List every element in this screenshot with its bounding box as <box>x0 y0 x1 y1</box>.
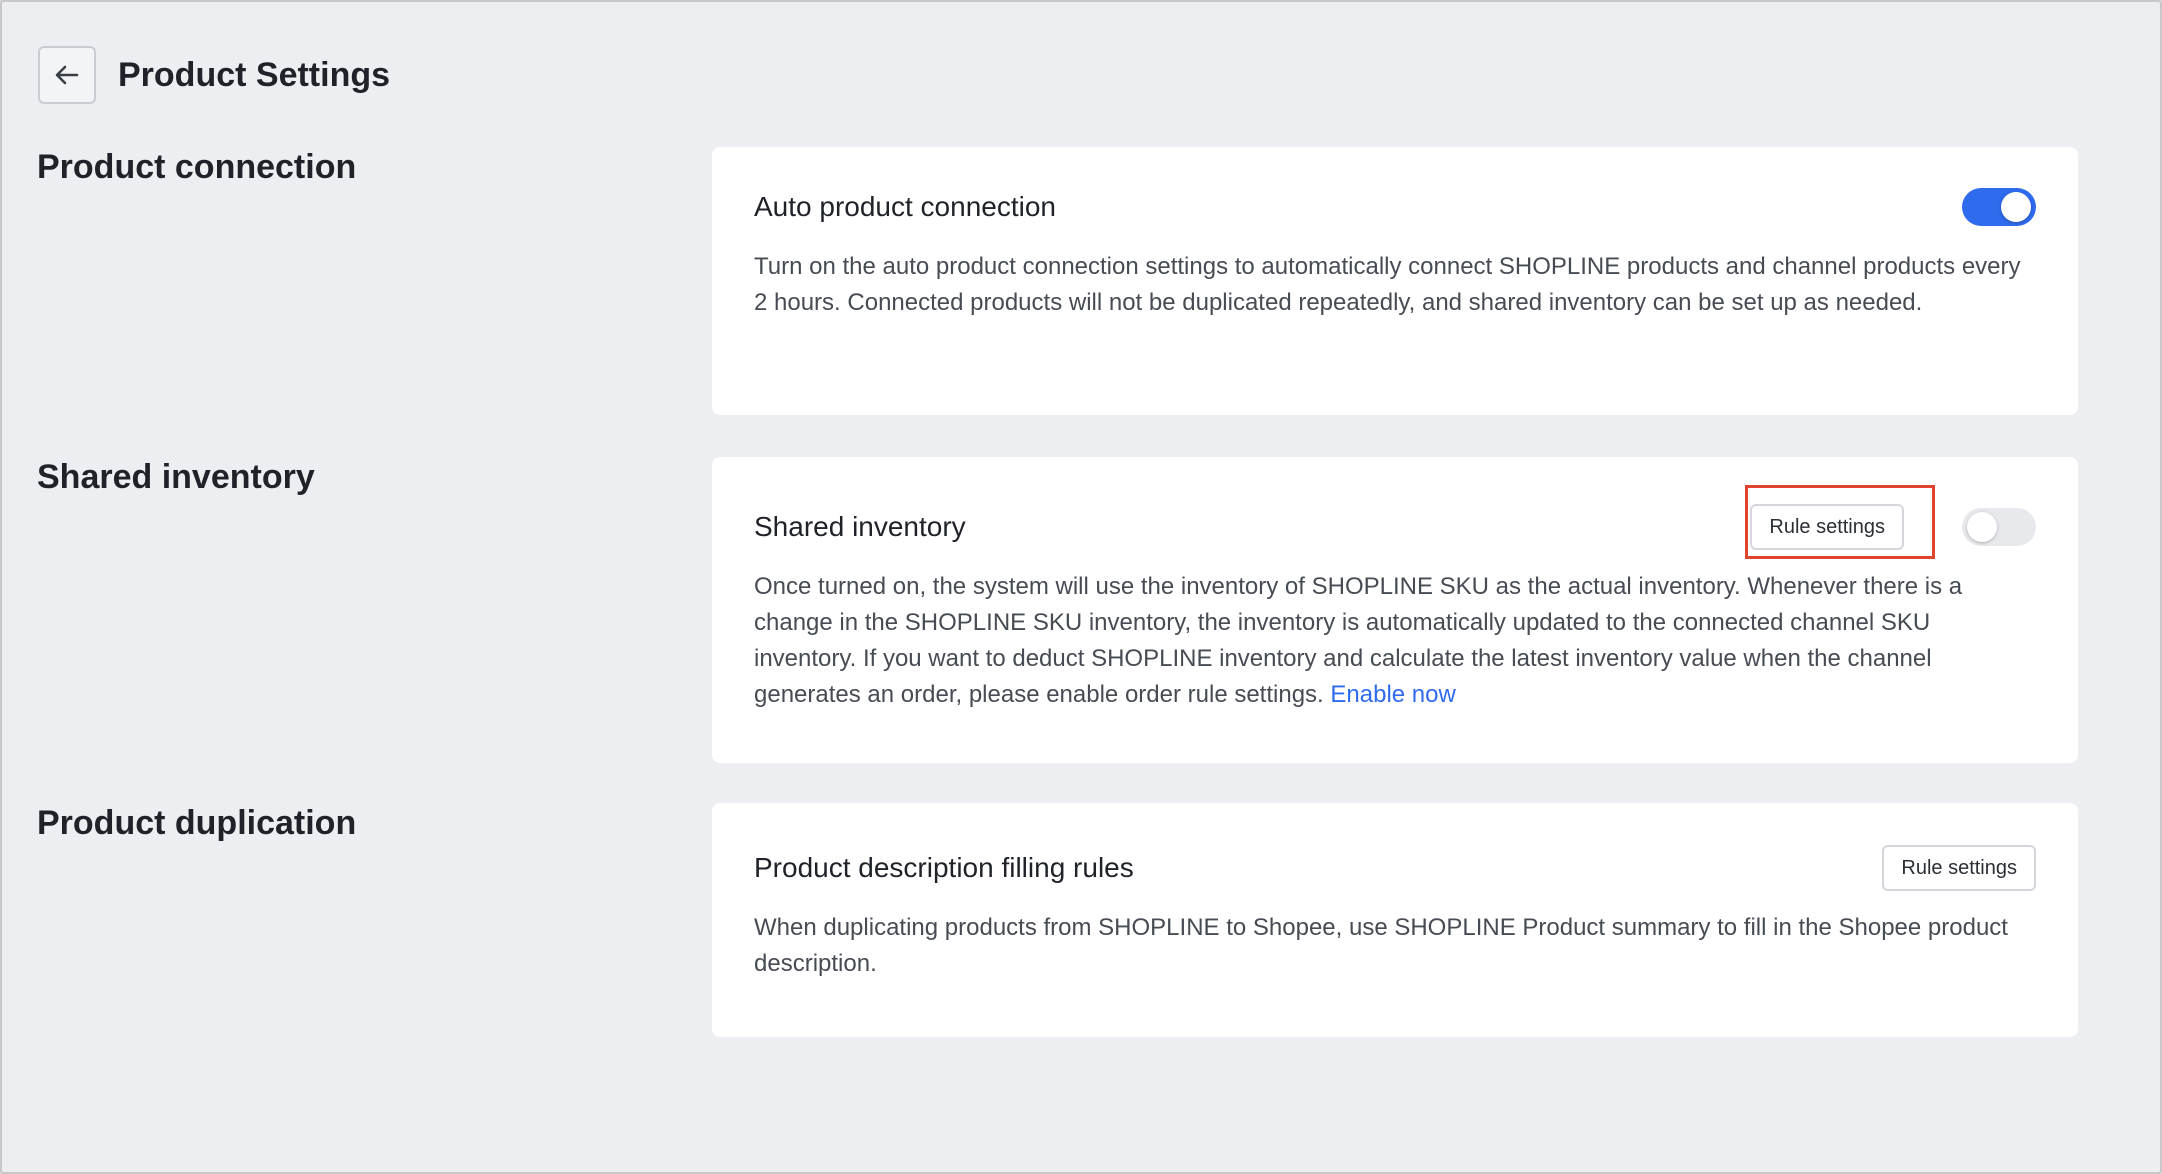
shared-inventory-toggle[interactable] <box>1962 508 2036 546</box>
card-title: Product description filling rules <box>754 852 1134 883</box>
section-title-product-connection: Product connection <box>37 148 357 186</box>
toggle-knob <box>2001 192 2031 222</box>
card-description: When duplicating products from SHOPLINE … <box>754 914 2008 977</box>
card-header: Product description filling rules Rule s… <box>754 838 2036 898</box>
card-title: Shared inventory <box>754 511 966 542</box>
app-window: Product Settings Product connection Auto… <box>0 0 2162 1174</box>
card-header: Auto product connection <box>754 177 2036 237</box>
card-product-description-rules: Product description filling rules Rule s… <box>712 803 2078 1037</box>
product-duplication-rule-settings-button[interactable]: Rule settings <box>1882 845 2036 891</box>
enable-now-link[interactable]: Enable now <box>1330 681 1455 708</box>
section-title-product-duplication: Product duplication <box>37 804 357 842</box>
section-title-shared-inventory: Shared inventory <box>37 458 315 496</box>
card-title: Auto product connection <box>754 191 1056 222</box>
arrow-left-icon <box>55 65 79 85</box>
page-header: Product Settings <box>38 44 390 106</box>
highlight-box <box>1745 485 1935 559</box>
back-button[interactable] <box>38 46 96 104</box>
toggle-knob <box>1967 512 1997 542</box>
card-description: Once turned on, the system will use the … <box>754 569 2036 713</box>
card-auto-product-connection: Auto product connection Turn on the auto… <box>712 147 2078 415</box>
card-description: Turn on the auto product connection sett… <box>754 253 2021 316</box>
auto-connection-toggle[interactable] <box>1962 188 2036 226</box>
page-title: Product Settings <box>118 55 391 94</box>
